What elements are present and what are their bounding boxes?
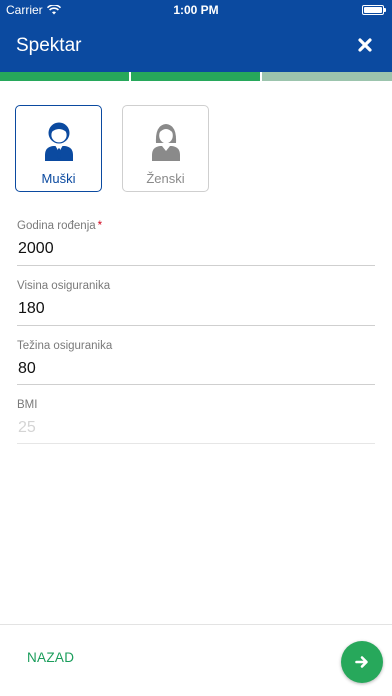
arrow-right-icon: [355, 656, 368, 668]
progress-step-1: [0, 72, 129, 81]
field-label: Godina rođenja *: [17, 220, 103, 232]
back-button[interactable]: NAZAD: [27, 650, 74, 665]
bmi-value: 25: [18, 419, 36, 436]
birth-year-field[interactable]: Godina rođenja * 2000: [17, 220, 375, 266]
page-title: Spektar: [16, 35, 82, 56]
close-button[interactable]: [352, 32, 378, 58]
progress-step-3: [262, 72, 392, 81]
female-avatar-icon: [151, 124, 180, 161]
required-marker: *: [97, 220, 103, 232]
field-label: Visina osiguranika: [17, 280, 111, 292]
gender-option-male[interactable]: Muški: [15, 105, 102, 192]
height-field[interactable]: Visina osiguranika 180: [17, 280, 375, 326]
footer-divider: [0, 624, 392, 625]
height-input[interactable]: 180: [18, 300, 45, 318]
status-bar: Carrier 1:00 PM: [0, 0, 392, 20]
gender-option-label: Ženski: [146, 171, 185, 186]
close-icon: [358, 38, 372, 52]
field-label: BMI: [17, 399, 38, 411]
weight-input[interactable]: 80: [18, 360, 36, 378]
field-label: Težina osiguranika: [17, 340, 113, 352]
gender-option-female[interactable]: Ženski: [122, 105, 209, 192]
progress-indicator: [0, 72, 392, 81]
next-button[interactable]: [341, 641, 383, 683]
gender-option-label: Muški: [41, 171, 76, 186]
progress-step-2: [131, 72, 260, 81]
clock: 1:00 PM: [173, 3, 219, 17]
app-header: Spektar: [0, 20, 392, 72]
weight-field[interactable]: Težina osiguranika 80: [17, 340, 375, 385]
bmi-field: BMI 25: [17, 399, 375, 444]
birth-year-input[interactable]: 2000: [18, 240, 54, 258]
battery-icon: [362, 5, 386, 15]
male-avatar-icon: [44, 122, 73, 161]
